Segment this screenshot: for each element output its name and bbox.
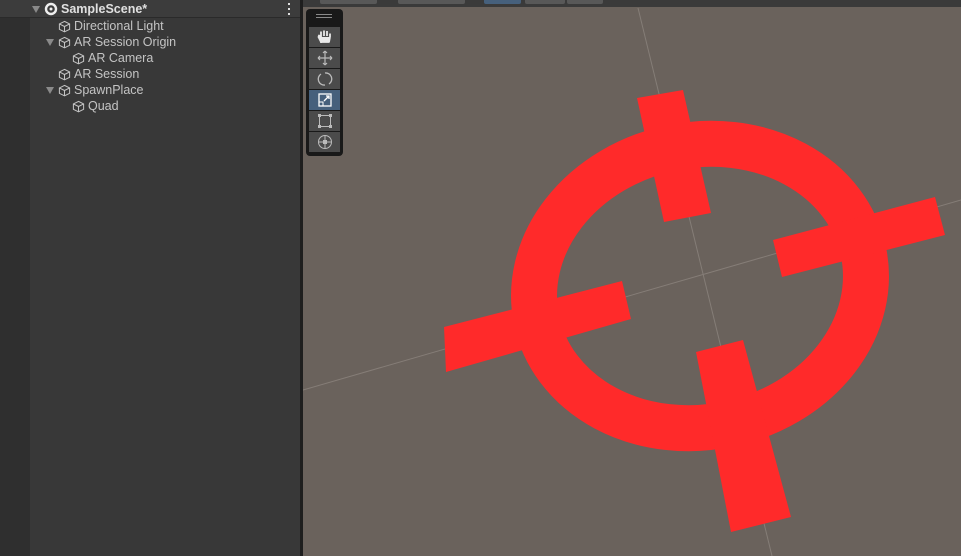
- hierarchy-item[interactable]: Directional Light: [46, 18, 164, 34]
- rect-tool-button[interactable]: [309, 111, 340, 131]
- hierarchy-item-label: AR Camera: [88, 51, 154, 65]
- scene-title: SampleScene*: [61, 2, 148, 16]
- unity-scene-icon: [44, 2, 58, 16]
- hierarchy-item[interactable]: Quad: [60, 98, 119, 114]
- gameobject-cube-icon: [58, 36, 71, 48]
- move-icon: [317, 50, 332, 66]
- scene-toolbar: [303, 0, 961, 7]
- toolbar-button[interactable]: [398, 0, 465, 4]
- transform-tool-button[interactable]: [309, 132, 340, 152]
- gameobject-cube-icon: [58, 20, 71, 32]
- hierarchy-item-label: AR Session Origin: [74, 35, 177, 49]
- more-options-icon[interactable]: [287, 3, 291, 15]
- toolbar-button[interactable]: [525, 0, 565, 4]
- scene-view[interactable]: [303, 0, 961, 556]
- rotate-icon: [317, 72, 332, 86]
- rotate-tool-button[interactable]: [309, 69, 340, 89]
- scale-tool-button[interactable]: [309, 90, 340, 110]
- hierarchy-item[interactable]: AR Camera: [60, 50, 153, 66]
- hierarchy-item[interactable]: AR Session: [46, 66, 139, 82]
- tool-palette: [306, 9, 343, 156]
- rect-icon: [317, 114, 332, 128]
- expand-arrow-icon[interactable]: [46, 38, 54, 46]
- hierarchy-item-label: AR Session: [74, 67, 140, 81]
- gameobject-cube-icon: [72, 52, 85, 64]
- toolbar-button[interactable]: [567, 0, 603, 4]
- expand-arrow-icon[interactable]: [46, 86, 54, 94]
- gameobject-cube-icon: [72, 100, 85, 112]
- expand-arrow-icon[interactable]: [32, 5, 40, 13]
- scene-canvas[interactable]: [303, 0, 961, 556]
- hierarchy-item-label: SpawnPlace: [74, 83, 144, 97]
- hierarchy-item[interactable]: AR Session Origin: [46, 34, 176, 50]
- hierarchy-item-label: Directional Light: [74, 19, 164, 33]
- gameobject-cube-icon: [58, 68, 71, 80]
- toolbar-button[interactable]: [320, 0, 377, 4]
- crosshair-quad: [444, 90, 945, 532]
- toolbar-button[interactable]: [484, 0, 521, 4]
- gameobject-cube-icon: [58, 84, 71, 96]
- hand-tool-button[interactable]: [309, 27, 340, 47]
- hierarchy-item[interactable]: SpawnPlace: [46, 82, 144, 98]
- scale-icon: [317, 93, 332, 107]
- left-gutter: [0, 0, 30, 556]
- hierarchy-scene-header[interactable]: SampleScene*: [0, 0, 300, 18]
- move-tool-button[interactable]: [309, 48, 340, 68]
- hierarchy-item-label: Quad: [88, 99, 119, 113]
- drag-handle-icon[interactable]: [316, 14, 332, 18]
- transform-icon: [317, 135, 332, 149]
- hand-icon: [317, 30, 331, 43]
